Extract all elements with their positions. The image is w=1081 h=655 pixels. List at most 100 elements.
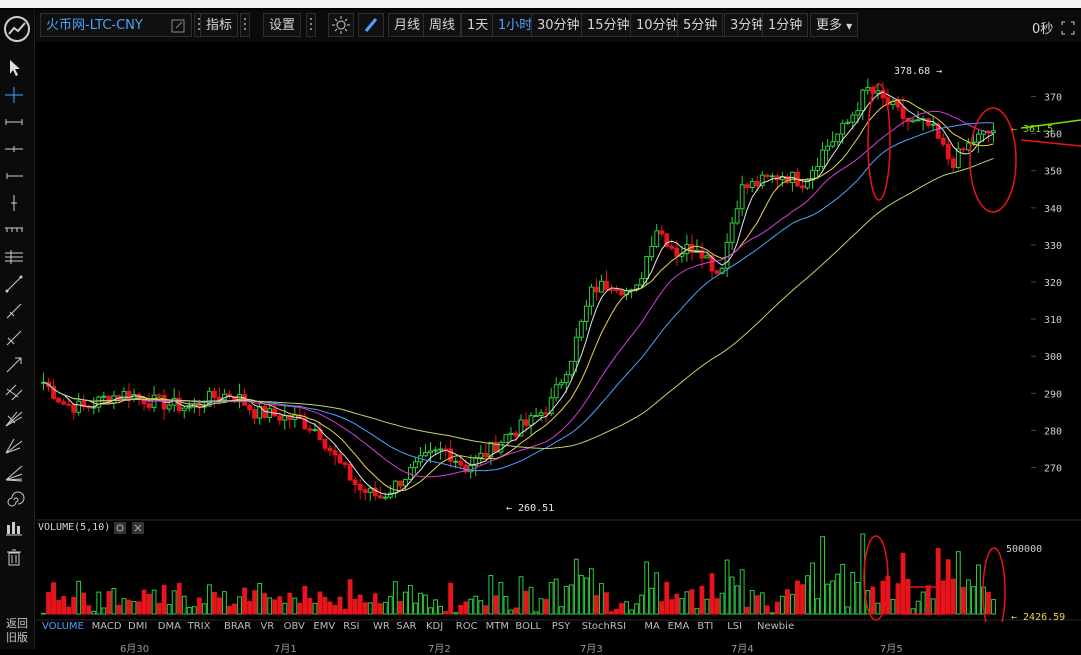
volume-close-icon[interactable] bbox=[132, 522, 144, 534]
settings-button[interactable]: 设置 bbox=[263, 13, 302, 37]
candle-body-48 bbox=[282, 415, 288, 421]
horizontal-segment-icon[interactable] bbox=[2, 165, 26, 187]
volume-bar-64 bbox=[362, 602, 368, 615]
period-5[interactable]: 15分钟 bbox=[581, 13, 636, 37]
candle-body-45 bbox=[267, 408, 273, 418]
theme-toggle[interactable] bbox=[328, 13, 354, 37]
indicator-newbie[interactable]: Newbie bbox=[757, 621, 794, 632]
indicator-obv[interactable]: OBV bbox=[284, 621, 305, 632]
volume-bar-172 bbox=[905, 578, 911, 615]
indicator-brar[interactable]: BRAR bbox=[224, 621, 251, 632]
indicator-ema[interactable]: EMA bbox=[668, 621, 690, 632]
candle-body-92 bbox=[503, 434, 509, 443]
candle-body-34 bbox=[211, 390, 217, 398]
volume-bar-144 bbox=[764, 605, 770, 615]
draw-toggle[interactable] bbox=[358, 13, 384, 37]
sun-icon bbox=[332, 16, 350, 34]
indicator-wr[interactable]: WR bbox=[373, 621, 390, 632]
fan-lines-icon[interactable] bbox=[2, 408, 26, 430]
volume-settings-icon[interactable] bbox=[114, 522, 126, 534]
vertical-line-icon[interactable] bbox=[2, 192, 26, 214]
fullscreen-icon[interactable] bbox=[1061, 21, 1075, 35]
volume-bar-107 bbox=[578, 574, 584, 615]
candle-body-104 bbox=[563, 374, 569, 384]
indicator-vr[interactable]: VR bbox=[260, 621, 274, 632]
horizontal-line-icon[interactable] bbox=[2, 138, 26, 160]
period-0[interactable]: 月线 bbox=[388, 13, 427, 37]
indicator-lsi[interactable]: LSI bbox=[727, 621, 742, 632]
volume-bar-34 bbox=[211, 592, 217, 615]
price-tick-10: 270 bbox=[1044, 463, 1062, 474]
symbol-selector[interactable]: 火币网-LTC-CNY bbox=[40, 13, 192, 37]
period-2[interactable]: 1天 bbox=[461, 13, 495, 37]
indicator-trix[interactable]: TRIX bbox=[188, 621, 211, 632]
indicator-rsi[interactable]: RSI bbox=[343, 621, 359, 632]
indicator-emv[interactable]: EMV bbox=[313, 621, 335, 632]
indicator-dmi[interactable]: DMI bbox=[128, 621, 147, 632]
spiral-icon[interactable] bbox=[2, 489, 26, 511]
volume-bar-49 bbox=[287, 592, 293, 615]
extended-line-icon[interactable] bbox=[2, 327, 26, 349]
period-9[interactable]: 1分钟 bbox=[762, 13, 809, 37]
fibonacci-fan-icon[interactable] bbox=[2, 462, 26, 484]
more-periods-dropdown[interactable]: 更多 ▼ bbox=[810, 13, 859, 37]
arrow-line-icon[interactable] bbox=[2, 354, 26, 376]
volume-bar-106 bbox=[573, 558, 579, 615]
indicator-boll[interactable]: BOLL bbox=[515, 621, 541, 632]
ray-line-icon[interactable] bbox=[2, 300, 26, 322]
volume-bar-95 bbox=[518, 576, 524, 615]
parallel-lines-icon[interactable] bbox=[2, 246, 26, 268]
candle-body-126 bbox=[674, 247, 680, 257]
settings-more-icon[interactable] bbox=[306, 13, 316, 37]
candle-body-46 bbox=[272, 408, 278, 417]
indicators-button[interactable]: 指标 bbox=[200, 13, 239, 37]
volume-bar-113 bbox=[609, 611, 614, 615]
indicator-bti[interactable]: BTI bbox=[697, 621, 713, 632]
volume-bar-41 bbox=[247, 601, 253, 615]
candle-body-72 bbox=[402, 478, 408, 487]
parallel-channel-icon[interactable] bbox=[2, 381, 26, 403]
candle-body-78 bbox=[433, 449, 438, 452]
indicator-stochrsi[interactable]: StochRSI bbox=[582, 621, 626, 632]
indicator-ma[interactable]: MA bbox=[644, 621, 659, 632]
indicators-more-icon[interactable] bbox=[240, 13, 250, 37]
candle-body-166 bbox=[875, 90, 881, 94]
volume-bar-145 bbox=[769, 612, 775, 615]
bar-pattern-icon[interactable] bbox=[2, 516, 26, 538]
indicator-volume[interactable]: VOLUME bbox=[42, 621, 84, 632]
horizontal-ray-icon[interactable] bbox=[2, 111, 26, 133]
trash-icon[interactable] bbox=[2, 546, 26, 568]
crosshair-icon[interactable] bbox=[2, 84, 26, 106]
volume-bar-160 bbox=[845, 606, 851, 615]
period-4[interactable]: 30分钟 bbox=[531, 13, 586, 37]
candle-body-11 bbox=[96, 396, 102, 408]
gann-fan-icon[interactable] bbox=[2, 435, 26, 457]
indicator-roc[interactable]: ROC bbox=[456, 621, 478, 632]
candle-body-106 bbox=[573, 336, 579, 362]
indicator-kdj[interactable]: KDJ bbox=[426, 621, 443, 632]
candle-body-47 bbox=[277, 415, 283, 421]
candle-body-58 bbox=[332, 450, 338, 456]
period-7[interactable]: 5分钟 bbox=[677, 13, 724, 37]
indicator-macd[interactable]: MACD bbox=[92, 621, 122, 632]
volume-bar-122 bbox=[654, 572, 660, 615]
volume-bar-175 bbox=[920, 591, 926, 615]
chart-area[interactable]: 370 360 350 340 330 320 310 300 290 280 270 378.68 … bbox=[36, 42, 1081, 649]
trend-line-icon[interactable] bbox=[2, 273, 26, 295]
volume-bar-165 bbox=[870, 586, 876, 615]
indicator-mtm[interactable]: MTM bbox=[486, 621, 509, 632]
price-chart[interactable]: 370360350340330320310300290280270378.68 … bbox=[36, 42, 1081, 622]
indicator-psy[interactable]: PSY bbox=[552, 621, 571, 632]
cursor-arrow-icon[interactable] bbox=[2, 57, 26, 79]
price-range-icon[interactable] bbox=[2, 219, 26, 241]
popout-icon[interactable] bbox=[171, 19, 185, 33]
candle-body-79 bbox=[438, 448, 444, 451]
back-to-old-version-button[interactable]: 返回 旧版 bbox=[0, 617, 34, 645]
candle-body-119 bbox=[639, 278, 645, 286]
candle-body-164 bbox=[865, 86, 871, 91]
indicator-sar[interactable]: SAR bbox=[396, 621, 416, 632]
period-1[interactable]: 周线 bbox=[423, 13, 462, 37]
indicator-dma[interactable]: DMA bbox=[158, 621, 181, 632]
candle-body-83 bbox=[458, 460, 464, 466]
candle-body-110 bbox=[593, 286, 599, 293]
